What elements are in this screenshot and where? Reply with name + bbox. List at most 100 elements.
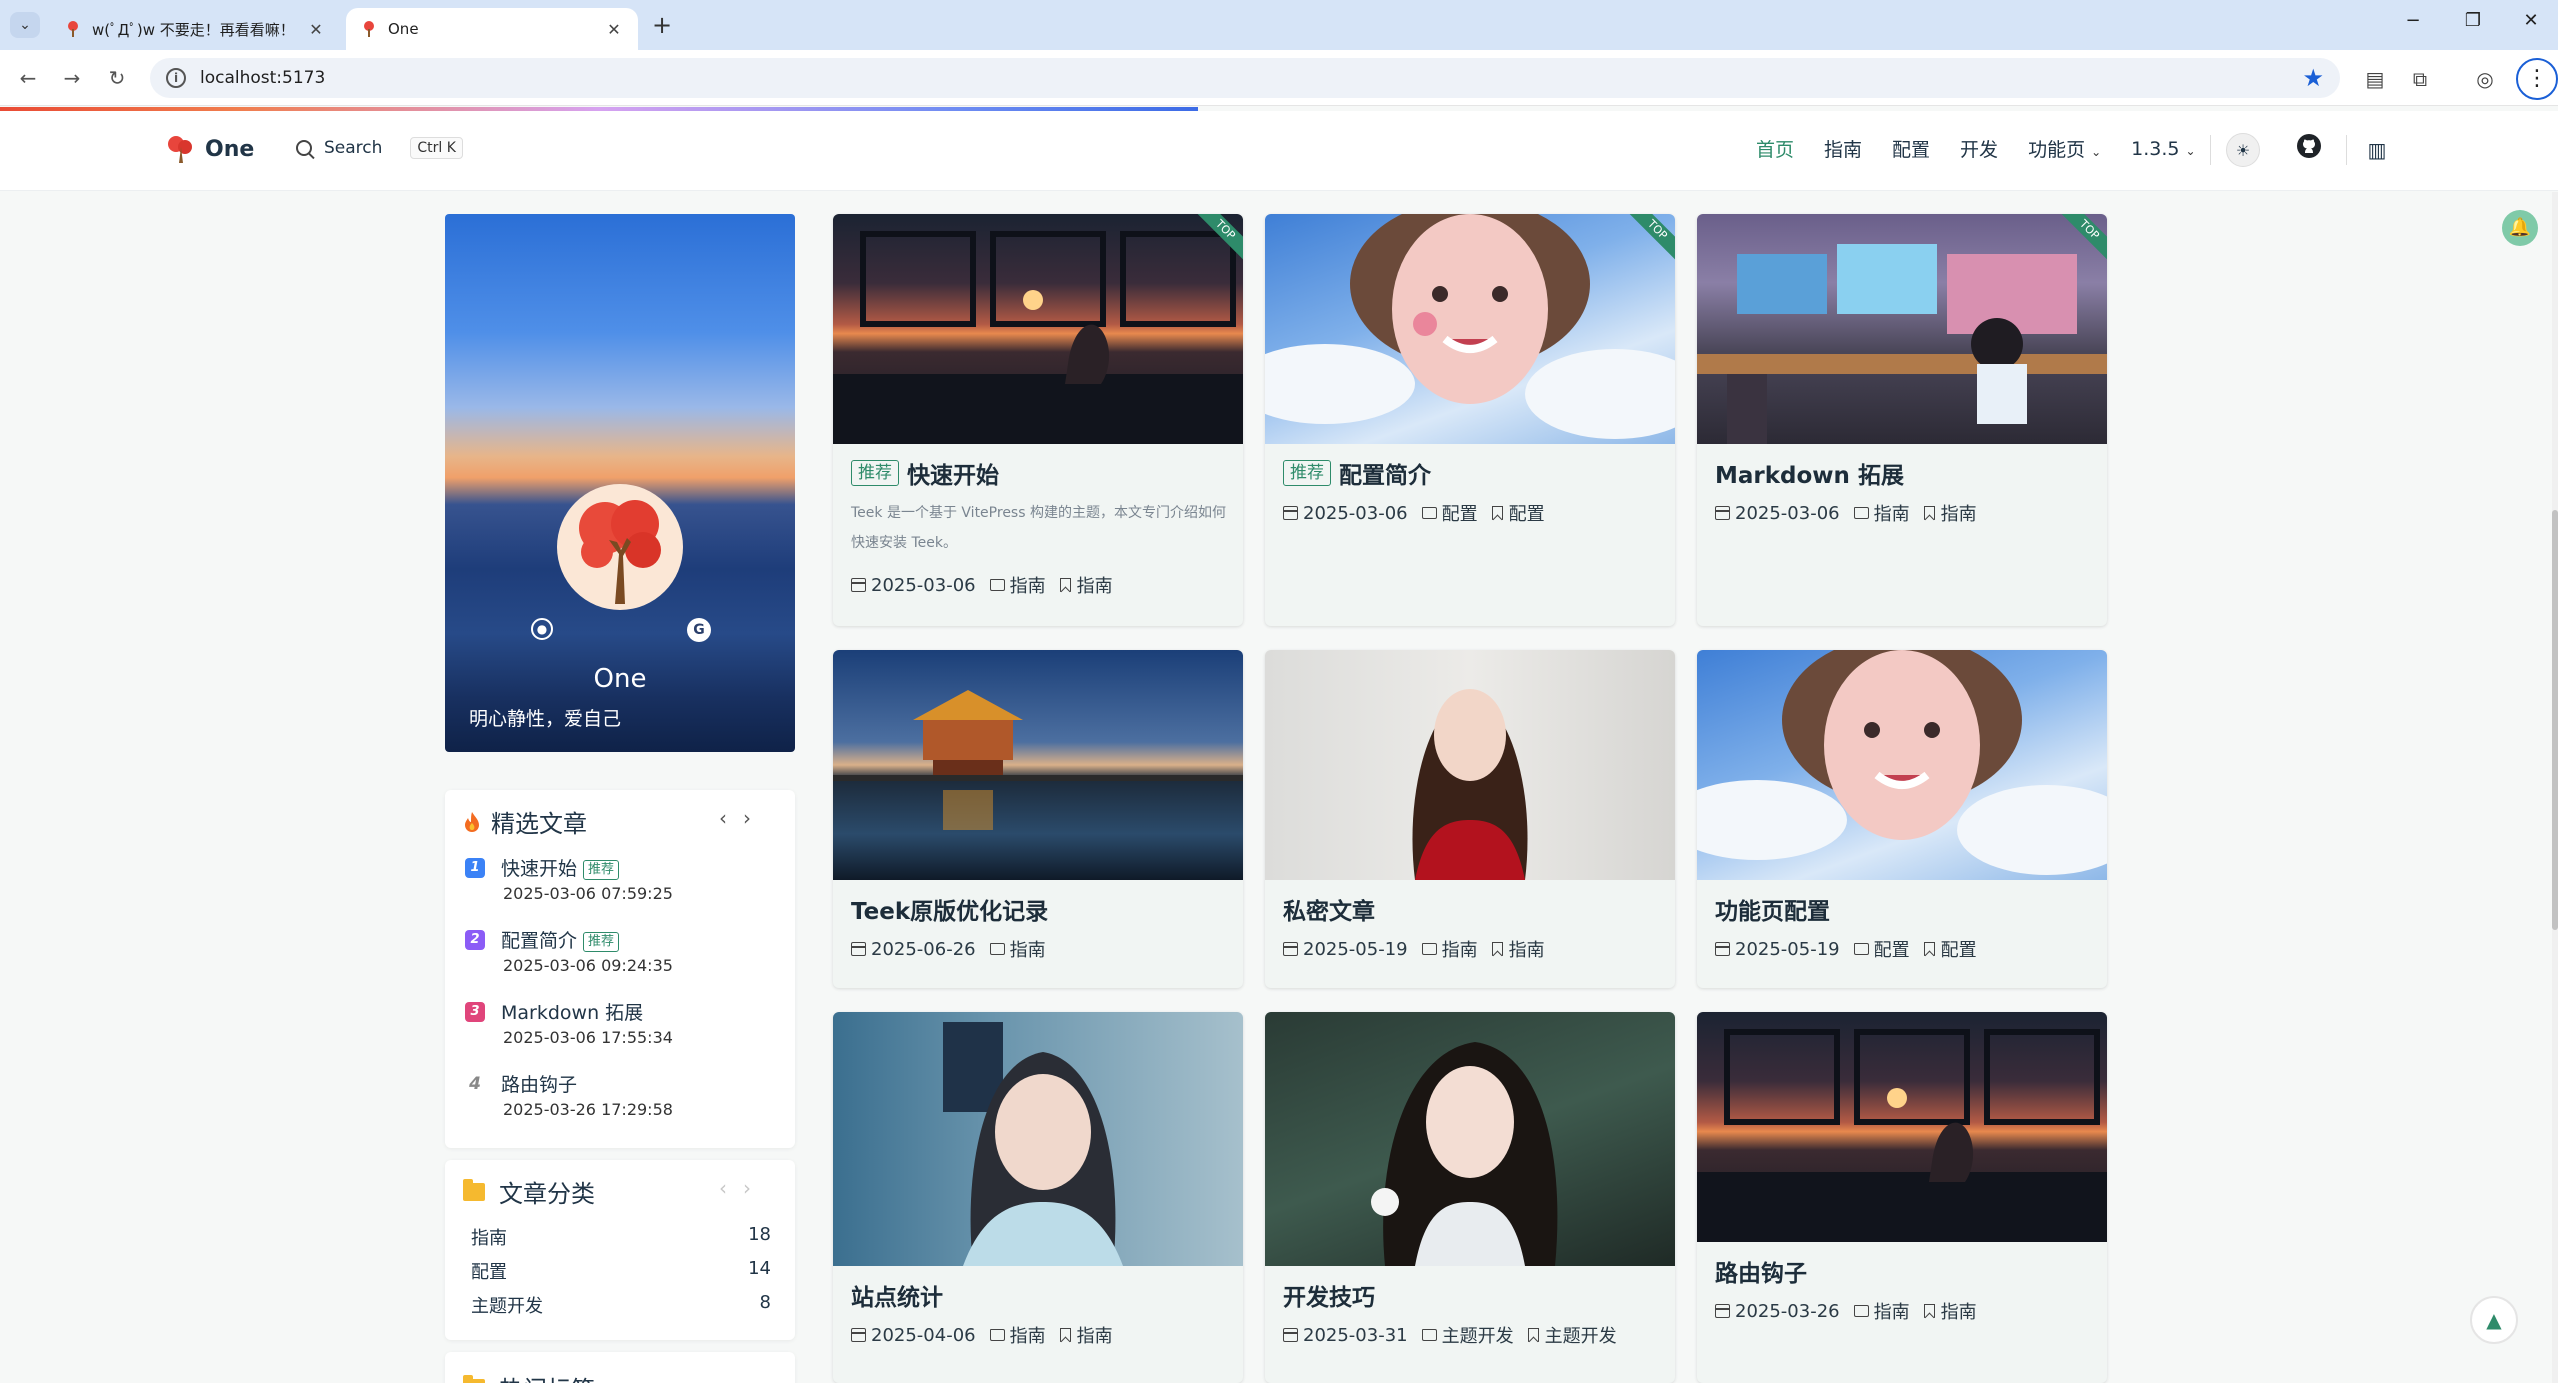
post-tag[interactable]: 指南 bbox=[1059, 572, 1113, 598]
post-card[interactable]: 站点统计 2025-04-06 指南 指南 bbox=[833, 1012, 1243, 1383]
nav-version-dropdown[interactable]: 1.3.5 ⌄ bbox=[2131, 138, 2195, 160]
post-category[interactable]: 指南 bbox=[989, 1322, 1046, 1348]
close-icon[interactable]: ✕ bbox=[604, 20, 624, 39]
minimize-icon[interactable]: − bbox=[2398, 10, 2428, 31]
nav-features-dropdown[interactable]: 功能页 ⌄ bbox=[2028, 135, 2101, 162]
theme-toggle-icon[interactable]: ☀ bbox=[2226, 133, 2260, 167]
layout-toggle-icon[interactable]: ▥ bbox=[2360, 133, 2394, 167]
back-icon[interactable]: ← bbox=[14, 64, 42, 92]
post-tag[interactable]: 配置 bbox=[1923, 936, 1977, 962]
category-row[interactable]: 配置 14 bbox=[471, 1258, 771, 1284]
post-title[interactable]: 推荐 快速开始 bbox=[851, 456, 999, 490]
new-tab-button[interactable]: + bbox=[648, 12, 676, 38]
profile-icon[interactable]: ◎ bbox=[2470, 64, 2500, 94]
site-info-icon[interactable]: i bbox=[166, 68, 186, 88]
nav-dev[interactable]: 开发 bbox=[1960, 135, 1998, 162]
post-title[interactable]: Teek原版优化记录 bbox=[851, 892, 1048, 926]
category-row[interactable]: 指南 18 bbox=[471, 1224, 771, 1250]
browser-tab-1[interactable]: w(ﾟДﾟ)w 不要走！再看看嘛！ ✕ bbox=[50, 8, 340, 50]
nav-guide[interactable]: 指南 bbox=[1824, 135, 1862, 162]
post-category[interactable]: 指南 bbox=[1853, 1298, 1910, 1324]
browser-tab-strip: ⌄ w(ﾟДﾟ)w 不要走！再看看嘛！ ✕ One ✕ + − ❐ ✕ bbox=[0, 0, 2558, 50]
featured-item-title[interactable]: 路由钩子 bbox=[501, 1070, 577, 1097]
post-card[interactable]: 路由钩子 2025-03-26 指南 指南 bbox=[1697, 1012, 2107, 1383]
calendar-icon bbox=[1283, 942, 1298, 956]
bookmark-star-icon[interactable]: ★ bbox=[2302, 64, 2324, 92]
post-card[interactable]: 开发技巧 2025-03-31 主题开发 主题开发 bbox=[1265, 1012, 1675, 1383]
post-card[interactable]: 私密文章 2025-05-19 指南 指南 bbox=[1265, 650, 1675, 988]
restore-icon[interactable]: ❐ bbox=[2458, 10, 2488, 31]
post-category[interactable]: 指南 bbox=[1421, 936, 1478, 962]
post-date: 2025-03-06 bbox=[1715, 503, 1840, 524]
post-tag[interactable]: 主题开发 bbox=[1527, 1322, 1617, 1348]
reading-list-icon[interactable]: ▤ bbox=[2360, 64, 2390, 94]
notification-bell-icon[interactable]: 🔔 bbox=[2502, 210, 2538, 246]
post-card[interactable]: TOP 推荐 配置简介 2025-03-06 配置 配置 bbox=[1265, 214, 1675, 626]
post-title[interactable]: Markdown 拓展 bbox=[1715, 456, 1904, 490]
post-category[interactable]: 配置 bbox=[1853, 936, 1910, 962]
browser-tab-2[interactable]: One ✕ bbox=[346, 8, 638, 50]
categories-panel: 文章分类 ‹› 指南 18 配置 14 主题开发 8 bbox=[445, 1160, 795, 1340]
tags-panel: 热门标签 bbox=[445, 1352, 795, 1383]
post-tag[interactable]: 指南 bbox=[1923, 500, 1977, 526]
rank-badge: 1 bbox=[465, 858, 485, 878]
tab-search-button[interactable]: ⌄ bbox=[10, 12, 40, 38]
featured-item-date: 2025-03-26 17:29:58 bbox=[503, 1100, 673, 1119]
github-icon[interactable]: ● bbox=[531, 618, 553, 640]
scrollbar-thumb[interactable] bbox=[2552, 510, 2558, 930]
featured-pager[interactable]: ‹› bbox=[719, 806, 767, 830]
post-date-text: 2025-03-26 bbox=[1735, 1300, 1840, 1322]
github-icon[interactable] bbox=[2292, 133, 2326, 167]
close-icon[interactable]: ✕ bbox=[306, 20, 326, 39]
window-close-icon[interactable]: ✕ bbox=[2516, 10, 2546, 31]
post-tag[interactable]: 指南 bbox=[1923, 1298, 1977, 1324]
featured-item-title[interactable]: 配置简介 推荐 bbox=[501, 926, 620, 953]
post-title[interactable]: 功能页配置 bbox=[1715, 892, 1830, 926]
post-tag[interactable]: 指南 bbox=[1059, 1322, 1113, 1348]
category-row[interactable]: 主题开发 8 bbox=[471, 1292, 771, 1318]
post-title[interactable]: 站点统计 bbox=[851, 1278, 943, 1312]
chevron-right-icon[interactable]: › bbox=[743, 1176, 767, 1200]
gitee-icon[interactable]: G bbox=[687, 618, 711, 642]
chevron-right-icon[interactable]: › bbox=[743, 806, 767, 830]
extensions-icon[interactable]: ⧉ bbox=[2405, 64, 2435, 94]
post-card[interactable]: Teek原版优化记录 2025-06-26 指南 bbox=[833, 650, 1243, 988]
post-title[interactable]: 开发技巧 bbox=[1283, 1278, 1375, 1312]
featured-item-title-text: 快速开始 bbox=[501, 858, 578, 880]
forward-icon[interactable]: → bbox=[58, 64, 86, 92]
site-logo[interactable]: One bbox=[165, 133, 254, 165]
chevron-left-icon[interactable]: ‹ bbox=[719, 806, 743, 830]
bookmark-icon bbox=[1491, 506, 1503, 520]
categories-pager[interactable]: ‹› bbox=[719, 1176, 767, 1200]
address-bar[interactable]: i localhost:5173 ★ bbox=[150, 58, 2340, 98]
bookmark-icon bbox=[1923, 1304, 1935, 1318]
featured-item-title[interactable]: 快速开始 推荐 bbox=[501, 854, 620, 881]
browser-menu-icon[interactable]: ⋮ bbox=[2516, 58, 2558, 100]
search-button[interactable]: Search Ctrl K bbox=[296, 137, 463, 159]
calendar-icon bbox=[1283, 1328, 1298, 1342]
post-cover-image bbox=[833, 1012, 1243, 1266]
back-to-top-icon[interactable]: ▲ bbox=[2470, 1296, 2518, 1344]
chevron-left-icon[interactable]: ‹ bbox=[719, 1176, 743, 1200]
post-card[interactable]: 功能页配置 2025-05-19 配置 配置 bbox=[1697, 650, 2107, 988]
nav-home[interactable]: 首页 bbox=[1756, 135, 1794, 162]
post-title[interactable]: 路由钩子 bbox=[1715, 1254, 1807, 1288]
calendar-icon bbox=[851, 578, 866, 592]
reload-icon[interactable]: ↻ bbox=[103, 64, 131, 92]
post-title[interactable]: 私密文章 bbox=[1283, 892, 1375, 926]
post-card[interactable]: TOP 推荐 快速开始 Teek 是一个基于 VitePress 构建的主题，本文… bbox=[833, 214, 1243, 626]
post-tag[interactable]: 配置 bbox=[1491, 500, 1545, 526]
nav-config[interactable]: 配置 bbox=[1892, 135, 1930, 162]
folder-icon bbox=[1853, 507, 1869, 519]
post-category[interactable]: 指南 bbox=[989, 572, 1046, 598]
recommend-badge: 推荐 bbox=[583, 931, 620, 952]
post-tag[interactable]: 指南 bbox=[1491, 936, 1545, 962]
post-category[interactable]: 配置 bbox=[1421, 500, 1478, 526]
post-card[interactable]: TOP Markdown 拓展 2025-03-06 指南 指南 bbox=[1697, 214, 2107, 626]
featured-item-title[interactable]: Markdown 拓展 bbox=[501, 998, 643, 1025]
post-category[interactable]: 指南 bbox=[989, 936, 1046, 962]
post-title[interactable]: 推荐 配置简介 bbox=[1283, 456, 1431, 490]
post-category[interactable]: 主题开发 bbox=[1421, 1322, 1514, 1348]
recommend-badge: 推荐 bbox=[1283, 460, 1331, 486]
post-category[interactable]: 指南 bbox=[1853, 500, 1910, 526]
